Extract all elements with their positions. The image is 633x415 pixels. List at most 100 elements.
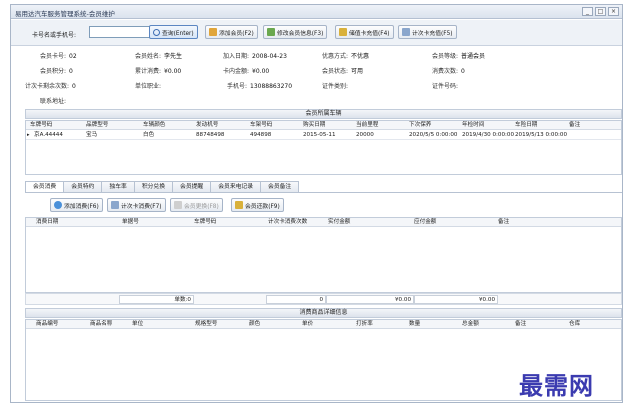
search-icon: [153, 28, 160, 36]
member-info-panel: 会员卡号: 02 会员姓名: 李先生 加入日期: 2008-04-23 优惠方式: 不优…: [11, 47, 622, 107]
cell-brand: 宝马: [86, 132, 98, 138]
phone-field: 手机号: 13088863270: [227, 83, 293, 90]
row-marker: ▸: [27, 132, 30, 138]
watermark: 最需网: [519, 371, 594, 400]
column-header[interactable]: 总金额: [462, 320, 479, 329]
consume-actions-bar: 添加消费(F6) 计次卡消费(F7) 会员更换(F8) 会员还款(F9): [25, 192, 622, 216]
minimize-button[interactable]: _: [582, 7, 593, 16]
app-window: 易用达汽车服务管理系统-会员维护 _ □ × 卡号名或手机号: 查询(Enter…: [10, 4, 623, 403]
column-header[interactable]: 应付金额: [414, 218, 436, 227]
change-member-button[interactable]: 会员更换(F8): [170, 198, 223, 212]
column-header[interactable]: 消费日期: [36, 218, 58, 227]
count-consume-button[interactable]: 计次卡消费(F7): [107, 198, 166, 212]
summary-due-total: ¥0.00: [414, 295, 498, 304]
column-header[interactable]: 备注: [498, 218, 509, 227]
swap-icon: [174, 201, 182, 209]
column-header[interactable]: 车牌号码: [194, 218, 216, 227]
column-header[interactable]: 计次卡消费次数: [268, 218, 307, 227]
cell-color: 白色: [143, 132, 155, 138]
discount-field: 优惠方式: 不优惠: [322, 53, 370, 60]
consume-table[interactable]: 消费日期 单据号 车牌号码 计次卡消费次数 实付金额 应付金额 备注: [25, 217, 622, 293]
card-count-icon: [402, 28, 410, 36]
consume-summary-row: 单数:0 0 ¥0.00 ¥0.00: [25, 293, 622, 305]
level-field: 会员等级: 普通会员: [432, 53, 486, 60]
add-member-button[interactable]: 添加会员(F2): [205, 25, 258, 39]
tab-special[interactable]: 会员特约: [63, 181, 103, 192]
search-label: 卡号名或手机号:: [32, 32, 77, 39]
column-header[interactable]: 打折率: [356, 320, 373, 329]
column-header[interactable]: 商品编号: [36, 320, 58, 329]
count-consume-button-label: 计次卡消费(F7): [121, 203, 162, 210]
search-toolbar: 卡号名或手机号: 查询(Enter) 添加会员(F2) 修改会员信息(F3) 储…: [11, 20, 622, 46]
card-icon: [339, 28, 347, 36]
add-user-icon: [209, 28, 217, 36]
column-header[interactable]: 车架号码: [250, 121, 272, 130]
column-header[interactable]: 单价: [302, 320, 313, 329]
maximize-button[interactable]: □: [595, 7, 606, 16]
column-header[interactable]: 车险日期: [515, 121, 537, 130]
close-button[interactable]: ×: [608, 7, 619, 16]
column-header[interactable]: 仓库: [569, 320, 580, 329]
address-field: 联系地址:: [40, 98, 67, 105]
column-header[interactable]: 品牌型号: [86, 121, 108, 130]
consume-count-field: 消费次数: 0: [432, 68, 465, 75]
column-header[interactable]: 商品名称: [90, 320, 112, 329]
cell-insurance: 2019/5/13 0:00:00: [515, 132, 568, 138]
cell-inspection: 2019/4/30 0:00:00: [462, 132, 515, 138]
column-header[interactable]: 当前里程: [356, 121, 378, 130]
column-header[interactable]: 颜色: [249, 320, 260, 329]
add-member-button-label: 添加会员(F2): [219, 30, 254, 37]
column-header[interactable]: 车牌号码: [30, 121, 52, 130]
count-topup-button[interactable]: 计次卡充值(F5): [398, 25, 457, 39]
column-header[interactable]: 备注: [515, 320, 526, 329]
summary-count: 单数:0: [119, 295, 194, 304]
column-header[interactable]: 备注: [569, 121, 580, 130]
cell-next-service: 2020/5/5 0:00:00: [409, 132, 458, 138]
column-header[interactable]: 发动机号: [196, 121, 218, 130]
edit-member-button[interactable]: 修改会员信息(F3): [263, 25, 328, 39]
tab-notes[interactable]: 会员备注: [260, 181, 300, 192]
tab-reminder[interactable]: 会员提醒: [172, 181, 212, 192]
table-row[interactable]: ▸ 京A.44444 宝马 白色 88748498 494898 2015-05…: [26, 131, 621, 140]
query-button[interactable]: 查询(Enter): [149, 25, 198, 39]
query-button-label: 查询(Enter): [162, 30, 194, 37]
column-header[interactable]: 规格型号: [195, 320, 217, 329]
cell-engine-no: 88748498: [196, 132, 225, 138]
add-consume-button[interactable]: 添加消费(F6): [50, 198, 103, 212]
column-header[interactable]: 实付金额: [328, 218, 350, 227]
status-field: 会员状态: 可用: [322, 68, 364, 75]
column-header[interactable]: 年检时间: [462, 121, 484, 130]
topup-button[interactable]: 储值卡充值(F4): [335, 25, 394, 39]
join-date-field: 加入日期: 2008-04-23: [223, 53, 287, 60]
edit-user-icon: [267, 28, 275, 36]
refund-button-label: 会员还款(F9): [245, 203, 280, 210]
column-header[interactable]: 单据号: [122, 218, 139, 227]
refund-button[interactable]: 会员还款(F9): [231, 198, 284, 212]
tab-points[interactable]: 积分兑换: [133, 181, 174, 192]
tab-calls[interactable]: 会员来电记录: [210, 181, 262, 192]
name-field: 会员姓名: 李先生: [135, 53, 183, 60]
total-spent-field: 累计消费: ¥0.00: [135, 68, 182, 75]
summary-paid-total: ¥0.00: [326, 295, 414, 304]
title-bar: 易用达汽车服务管理系统-会员维护 _ □ ×: [11, 5, 622, 19]
count-icon: [111, 201, 119, 209]
cell-vin: 494898: [250, 132, 272, 138]
column-header[interactable]: 单位: [132, 320, 143, 329]
search-input[interactable]: [89, 26, 155, 38]
points-field: 会员积分: 0: [40, 68, 73, 75]
details-section-title: 消费商品详细信息: [25, 308, 622, 318]
details-table-header: 商品编号 商品名称 单位 规格型号 颜色 单价 打折率 数量 总金额 备注 仓库: [26, 320, 621, 329]
summary-count-total: 0: [266, 295, 326, 304]
vehicles-section-title: 会员所属车辆: [25, 109, 622, 119]
column-header[interactable]: 购买日期: [303, 121, 325, 130]
column-header[interactable]: 下次保养: [409, 121, 431, 130]
card-balance-field: 卡内金额: ¥0.00: [223, 68, 270, 75]
change-member-button-label: 会员更换(F8): [184, 203, 219, 210]
card-no-field: 会员卡号: 02: [40, 53, 77, 60]
vehicles-table[interactable]: 车牌号码 品牌型号 车辆颜色 发动机号 车架号码 购买日期 当前里程 下次保养 …: [25, 120, 622, 175]
window-controls: _ □ ×: [582, 7, 619, 16]
window-title: 易用达汽车服务管理系统-会员维护: [15, 10, 115, 18]
column-header[interactable]: 车辆颜色: [143, 121, 165, 130]
column-header[interactable]: 数量: [409, 320, 420, 329]
tab-car-rate[interactable]: 独车率: [101, 181, 135, 192]
